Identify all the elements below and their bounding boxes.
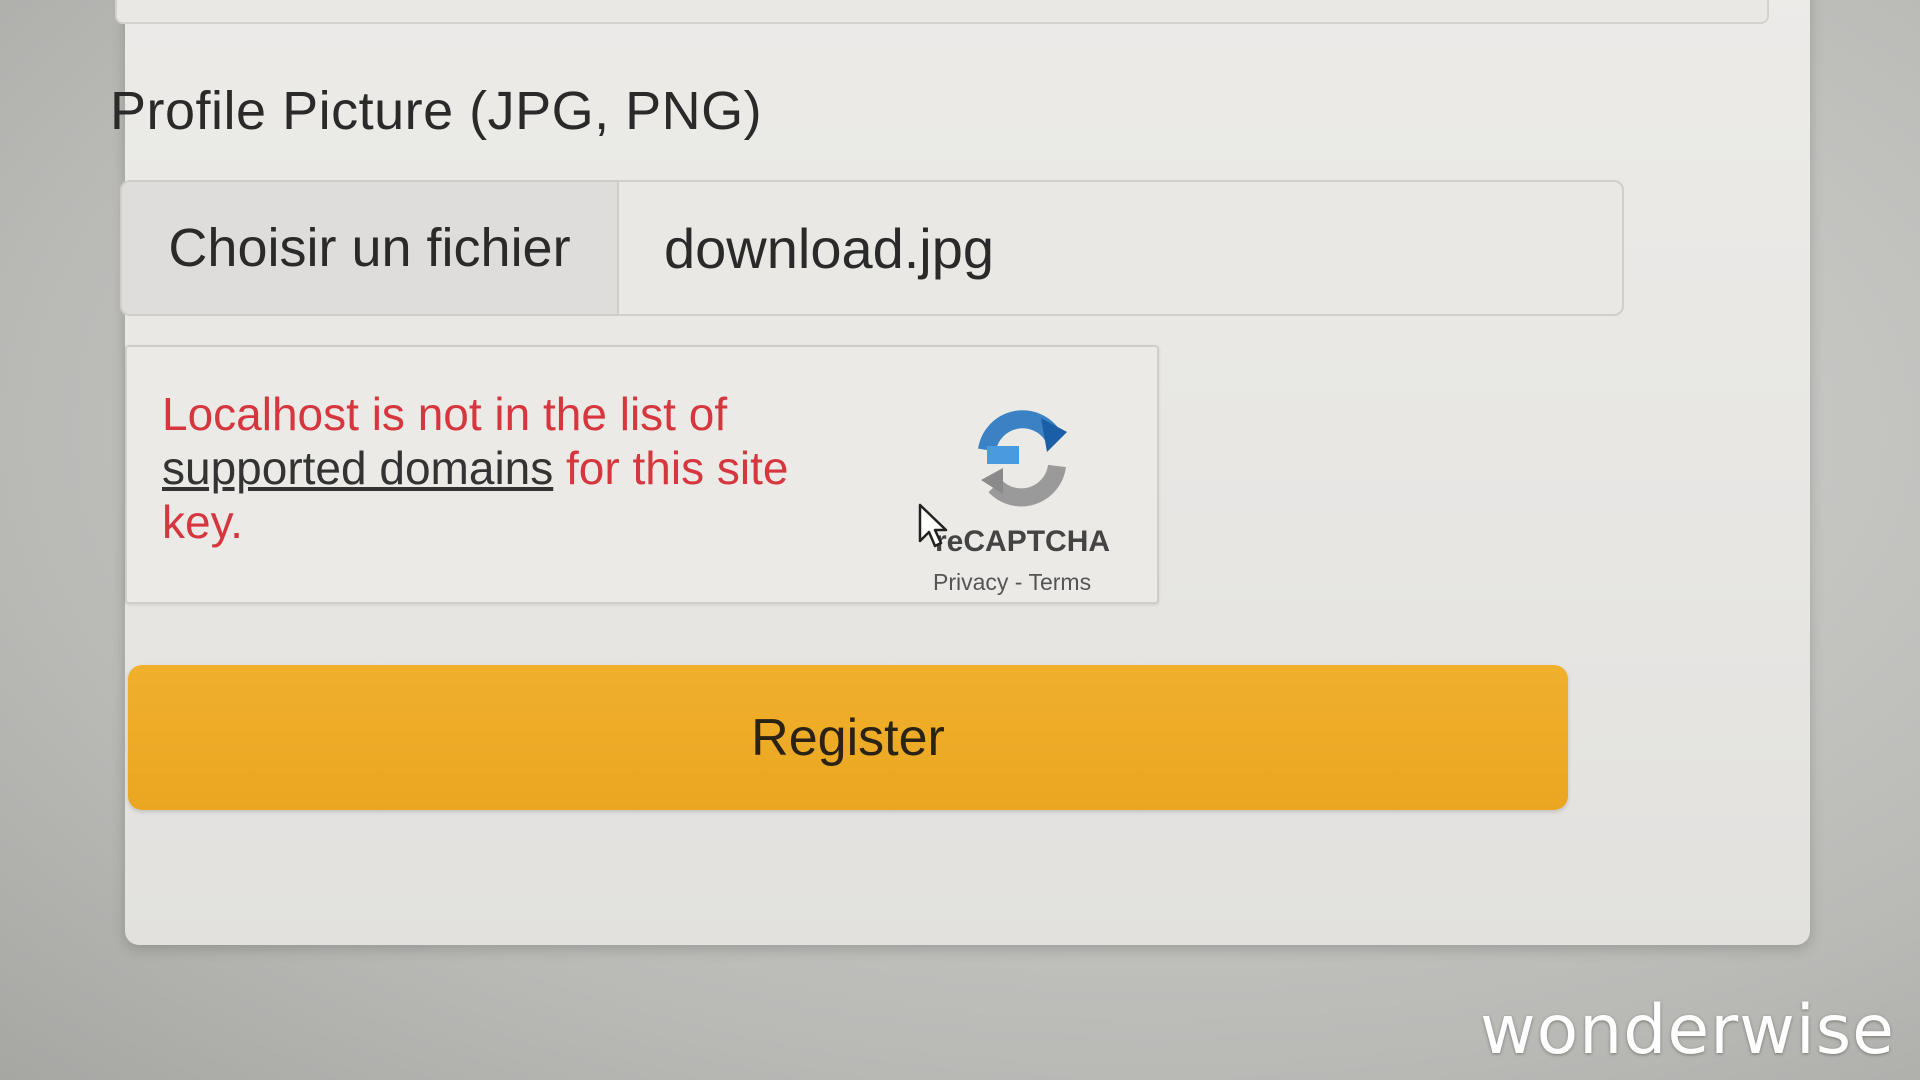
recaptcha-links: Privacy - Terms: [933, 569, 1091, 596]
recaptcha-logo-icon: [978, 410, 1067, 507]
recaptcha-links-separator: -: [1014, 569, 1023, 595]
mouse-pointer-icon: [918, 503, 948, 548]
captcha-error-prefix: Localhost is not in the list of: [162, 388, 728, 440]
previous-field-edge: [115, 0, 1769, 24]
recaptcha-privacy-link[interactable]: Privacy: [933, 569, 1008, 595]
recaptcha-brand-text: reCAPTCHA: [935, 525, 1111, 558]
profile-picture-file-input[interactable]: Choisir un fichier download.jpg: [120, 180, 1624, 316]
wonderwise-watermark: wonderwise: [1479, 991, 1895, 1070]
profile-picture-label: Profile Picture (JPG, PNG): [110, 81, 763, 141]
choose-file-button[interactable]: Choisir un fichier: [122, 182, 619, 314]
selected-file-name: download.jpg: [664, 216, 995, 280]
supported-domains-link[interactable]: supported domains: [162, 442, 553, 494]
captcha-error-message: Localhost is not in the list of supporte…: [162, 387, 822, 549]
recaptcha-widget: Localhost is not in the list of supporte…: [125, 345, 1159, 604]
register-button[interactable]: Register: [128, 665, 1568, 810]
recaptcha-terms-link[interactable]: Terms: [1028, 569, 1091, 595]
